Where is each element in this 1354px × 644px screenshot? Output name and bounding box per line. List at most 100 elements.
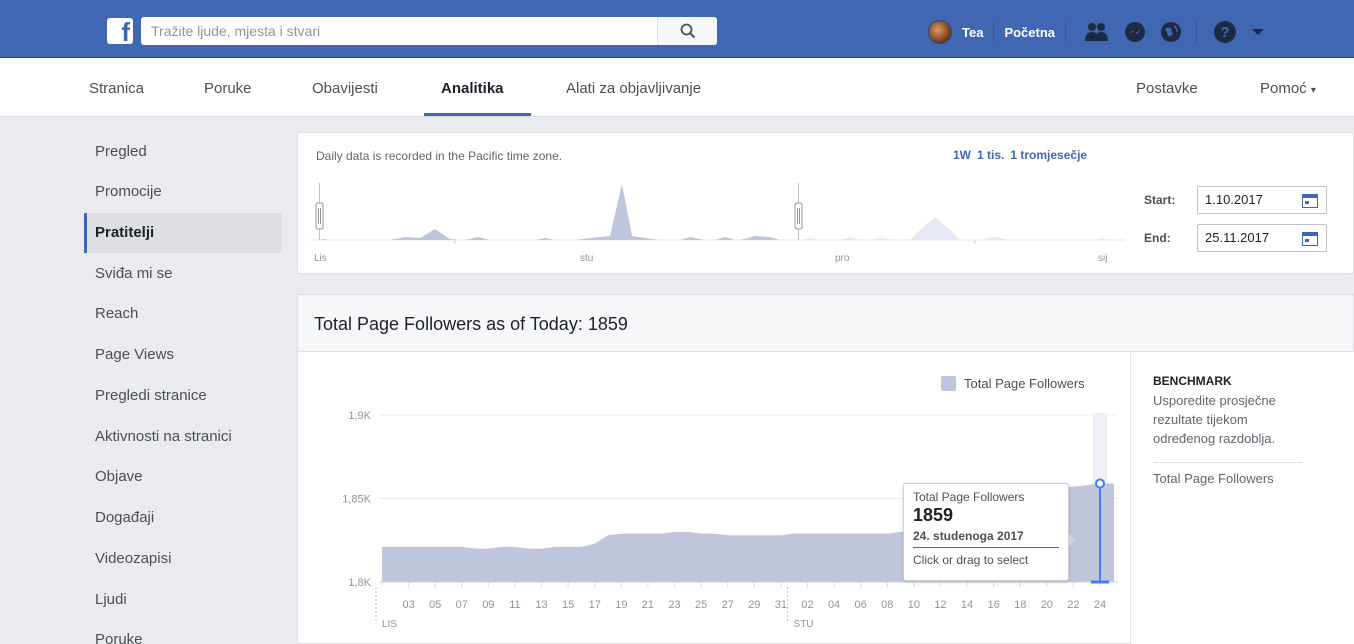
sidebar-item-aktivnosti[interactable]: Aktivnosti na stranici (84, 417, 282, 457)
x-tick-label: 02 (801, 599, 813, 611)
range-link-1w[interactable]: 1W (953, 148, 971, 162)
tab-analitika[interactable]: Analitika (441, 80, 504, 97)
x-tick-label: 29 (748, 599, 760, 611)
x-tick-label: 31 (775, 599, 787, 611)
range-links: 1W 1 tis. 1 tromjesečje (953, 148, 1087, 162)
profile-link[interactable]: Tea (952, 25, 993, 40)
tab-alati[interactable]: Alati za objavljivanje (566, 80, 701, 97)
end-date-field[interactable]: 25.11.2017 (1197, 224, 1327, 252)
x-tick-label: 25 (695, 599, 707, 611)
search-button[interactable] (657, 17, 717, 45)
tooltip-label: Total Page Followers (913, 490, 1025, 504)
sidebar-item-page-views[interactable]: Page Views (84, 335, 282, 375)
x-month-label: LIS (382, 619, 397, 630)
x-tick-label: 14 (961, 599, 973, 611)
x-tick-label: 10 (908, 599, 920, 611)
x-tick-label: 11 (509, 599, 520, 611)
active-tab-underline (424, 113, 531, 116)
x-tick-label: 16 (988, 599, 1000, 611)
sidebar-item-pratitelji[interactable]: Pratitelji (84, 213, 282, 253)
start-label: Start: (1144, 193, 1176, 207)
end-label: End: (1144, 231, 1171, 245)
range-link-1-month[interactable]: 1 tis. (977, 148, 1004, 162)
overview-chart[interactable]: Lis stu pro sij (310, 178, 1130, 268)
selected-point (1095, 478, 1105, 489)
start-date-value: 1.10.2017 (1205, 192, 1263, 207)
help-icon[interactable]: ? (1213, 20, 1237, 44)
sidebar-item-pregled[interactable]: Pregled (84, 132, 282, 172)
sidebar-item-svida-mi-se[interactable]: Sviđa mi se (84, 254, 282, 294)
x-tick-label: 19 (615, 599, 627, 611)
messenger-icon[interactable] (1124, 21, 1146, 43)
sidebar-item-dogadaji[interactable]: Događaji (84, 498, 282, 538)
x-tick-label: 15 (562, 599, 574, 611)
chart-tooltip: Total Page Followers 1859 24. studenoga … (903, 483, 1076, 581)
avatar[interactable] (928, 20, 952, 44)
divider (1065, 22, 1067, 42)
sidebar-item-pregledi-stranice[interactable]: Pregledi stranice (84, 376, 282, 416)
chart-legend: Total Page Followers (941, 376, 1085, 391)
x-tick-label: 07 (456, 599, 468, 611)
x-tick-label: 23 (668, 599, 680, 611)
sidebar-item-videozapisi[interactable]: Videozapisi (84, 539, 282, 579)
page-nav: Stranica Poruke Obavijesti Analitika Ala… (0, 58, 1354, 117)
search-input[interactable] (141, 17, 661, 45)
legend-swatch (941, 376, 956, 391)
overview-month-label: pro (835, 253, 850, 264)
sidebar-item-reach[interactable]: Reach (84, 294, 282, 334)
sidebar-item-ljudi[interactable]: Ljudi (84, 580, 282, 620)
x-tick-label: 21 (642, 599, 654, 611)
range-link-1-quarter[interactable]: 1 tromjesečje (1010, 148, 1087, 162)
x-tick-label: 04 (828, 599, 840, 611)
benchmark-description: Usporedite prosječne rezultate tijekom o… (1153, 393, 1276, 446)
x-tick-label: 17 (589, 599, 601, 611)
sidebar-item-poruke[interactable]: Poruke (84, 620, 282, 644)
search-box (141, 17, 717, 45)
x-tick-label: 27 (722, 599, 734, 611)
dropdown-arrow-icon[interactable] (1251, 27, 1265, 37)
x-tick-label: 12 (934, 599, 946, 611)
x-tick-label: 03 (402, 599, 414, 611)
divider (1153, 462, 1303, 463)
settings-link[interactable]: Postavke (1136, 80, 1198, 97)
top-right-nav: Tea Početna ? (928, 18, 1265, 46)
timezone-note: Daily data is recorded in the Pacific ti… (316, 149, 563, 163)
x-tick-label: 24 (1094, 599, 1106, 611)
help-menu[interactable]: Pomoć ▾ (1260, 80, 1316, 97)
overview-month-label: Lis (314, 253, 327, 264)
overview-month-label: stu (580, 253, 593, 264)
chevron-down-icon: ▾ (1310, 85, 1316, 96)
start-date-field[interactable]: 1.10.2017 (1197, 186, 1327, 214)
tooltip-date: 24. studenoga 2017 (913, 529, 1059, 548)
benchmark-title: BENCHMARK (1153, 374, 1232, 388)
x-tick-label: 06 (855, 599, 867, 611)
y-tick-label: 1,85K (342, 494, 371, 506)
x-tick-label: 05 (429, 599, 441, 611)
globe-icon[interactable] (1160, 21, 1182, 43)
search-icon (680, 23, 695, 39)
x-month-label: STU (794, 619, 814, 630)
calendar-icon[interactable] (1302, 194, 1318, 208)
benchmark-metric-link[interactable]: Total Page Followers (1153, 471, 1274, 486)
sidebar-item-promocije[interactable]: Promocije (84, 172, 282, 212)
end-date-value: 25.11.2017 (1205, 230, 1270, 245)
sidebar-item-objave[interactable]: Objave (84, 457, 282, 497)
y-tick-label: 1,8K (348, 577, 371, 589)
calendar-icon[interactable] (1302, 232, 1318, 246)
facebook-logo-icon[interactable]: f (107, 18, 133, 44)
help-menu-label: Pomoć (1260, 80, 1307, 97)
x-tick-label: 18 (1014, 599, 1026, 611)
friends-icon[interactable] (1084, 22, 1110, 42)
tab-stranica[interactable]: Stranica (89, 80, 144, 97)
tab-poruke[interactable]: Poruke (204, 80, 252, 97)
tooltip-hint: Click or drag to select (913, 553, 1029, 567)
y-tick-label: 1,9K (348, 410, 371, 422)
tab-obavijesti[interactable]: Obavijesti (312, 80, 378, 97)
top-bar: f Tea Početna ? (0, 0, 1354, 58)
tooltip-value: 1859 (913, 505, 954, 525)
home-link[interactable]: Početna (994, 25, 1065, 40)
x-tick-label: 13 (535, 599, 547, 611)
x-tick-label: 22 (1067, 599, 1079, 611)
x-tick-label: 08 (881, 599, 893, 611)
overview-month-label: sij (1098, 253, 1107, 264)
